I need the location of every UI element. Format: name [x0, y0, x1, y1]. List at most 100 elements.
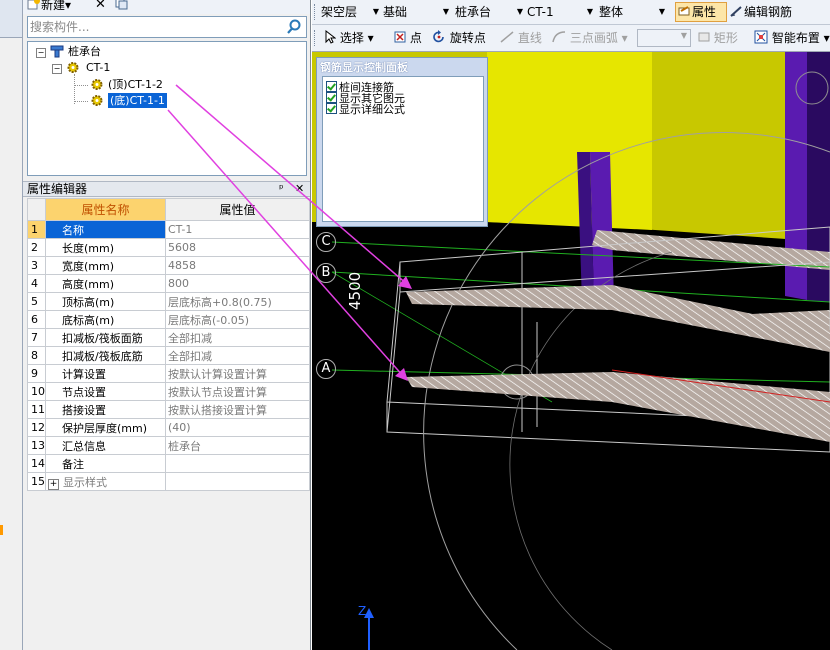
rectangle-button[interactable]: 矩形	[698, 29, 738, 47]
arc-button[interactable]: 三点画弧 ▾	[552, 29, 628, 47]
property-row[interactable]: 1 名称 CT-1	[27, 220, 310, 239]
row-number: 13	[27, 436, 46, 455]
property-row[interactable]: 3 宽度(mm) 4858	[27, 256, 310, 275]
property-value[interactable]: 层底标高+0.8(0.75)	[165, 292, 310, 311]
yellow-wall-front	[487, 52, 652, 230]
left-dock-strip-header	[0, 0, 22, 38]
property-value[interactable]: 按默认计算设置计算	[165, 364, 310, 383]
edit-rebar-button[interactable]: 编辑钢筋	[729, 2, 830, 22]
option-show-formula[interactable]: 显示详细公式	[326, 103, 405, 116]
select-button[interactable]: 选择 ▾	[324, 29, 374, 47]
tree-node-ct1[interactable]: CT-1	[86, 60, 110, 75]
row-number: 1	[27, 220, 46, 239]
properties-button[interactable]: 属性	[675, 2, 727, 22]
floor-select[interactable]: 架空层 ▼	[320, 2, 382, 22]
new-button[interactable]: 新建▾	[27, 0, 71, 12]
property-value[interactable]: 全部扣减	[165, 346, 310, 365]
property-value[interactable]: 800	[165, 274, 310, 293]
row-number: 15	[27, 472, 46, 491]
arc-icon	[552, 31, 566, 43]
property-row[interactable]: 2 长度(mm) 5608	[27, 238, 310, 257]
pin-icon[interactable]: ᵖ	[279, 182, 284, 196]
checkbox-checked-icon[interactable]	[326, 81, 337, 92]
tree-connector	[74, 74, 76, 104]
property-row[interactable]: 8 扣减板/筏板底筋 全部扣减	[27, 346, 310, 365]
tree-node-top[interactable]: (顶)CT-1-2	[108, 77, 163, 92]
property-row[interactable]: 14 备注	[27, 454, 310, 473]
edit-rebar-button-label: 编辑钢筋	[744, 5, 793, 19]
arc-option-select[interactable]: ▼	[637, 29, 691, 47]
property-row[interactable]: 4 高度(mm) 800	[27, 274, 310, 293]
line-button[interactable]: 直线	[500, 29, 542, 47]
component-toolbar: 新建▾ ✕	[23, 0, 310, 14]
property-value[interactable]: 按默认节点设置计算	[165, 382, 310, 401]
checkbox-checked-icon[interactable]	[326, 103, 337, 114]
property-value[interactable]	[165, 472, 310, 491]
search-input[interactable]	[30, 19, 280, 35]
tree-node-bottom-selected[interactable]: (底)CT-1-1	[108, 93, 167, 108]
grid-axis-a[interactable]: A	[316, 359, 336, 379]
scope-select-value: 整体	[599, 5, 624, 19]
property-value[interactable]	[165, 454, 310, 473]
checkbox-checked-icon[interactable]	[326, 92, 337, 103]
line-icon	[500, 31, 514, 43]
property-value[interactable]: (40)	[165, 418, 310, 437]
control-panel-header: 钢筋显示控制面板	[317, 58, 487, 74]
property-row[interactable]: 7 扣减板/筏板面筋 全部扣减	[27, 328, 310, 347]
property-row[interactable]: 13 汇总信息 桩承台	[27, 436, 310, 455]
tree-collapse-root-icon[interactable]: −	[36, 48, 46, 58]
property-row[interactable]: 9 计算设置 按默认计算设置计算	[27, 364, 310, 383]
grid-axis-b[interactable]: B	[316, 263, 336, 283]
new-button-label: 新建	[41, 0, 66, 12]
property-row[interactable]: 10 节点设置 按默认节点设置计算	[27, 382, 310, 401]
property-name: 扣减板/筏板底筋	[45, 346, 166, 365]
row-number: 9	[27, 364, 46, 383]
tree-collapse-child-icon[interactable]: −	[52, 64, 62, 74]
property-name: 顶标高(m)	[45, 292, 166, 311]
property-editor-title: 属性编辑器	[27, 182, 88, 196]
point-button[interactable]: 点	[394, 29, 422, 47]
row-number: 3	[27, 256, 46, 275]
row-number: 8	[27, 346, 46, 365]
property-row[interactable]: 5 顶标高(m) 层底标高+0.8(0.75)	[27, 292, 310, 311]
property-row[interactable]: 11 搭接设置 按默认搭接设置计算	[27, 400, 310, 419]
left-dock-marker	[0, 525, 3, 535]
property-row[interactable]: 15 + 显示样式	[27, 472, 310, 491]
rectangle-icon	[698, 32, 710, 42]
row-number: 4	[27, 274, 46, 293]
property-value[interactable]: 全部扣减	[165, 328, 310, 347]
property-table: 属性名称 属性值 1 名称 CT-1 2 长度(mm) 5608 3 宽度(mm) 4858 4 高…	[27, 198, 310, 491]
expand-icon[interactable]: +	[48, 478, 59, 490]
property-row[interactable]: 6 底标高(m) 层底标高(-0.05)	[27, 310, 310, 329]
edit-rebar-icon	[730, 6, 742, 17]
smart-layout-icon	[754, 30, 768, 44]
type-select[interactable]: 桩承台 ▼	[454, 2, 526, 22]
3d-viewport[interactable]: C B A 4500 Z 钢筋显示控制面板 桩间连接筋 显示其它图元 显示详细公…	[312, 52, 830, 650]
property-name: 节点设置	[45, 382, 166, 401]
new-icon	[27, 0, 40, 10]
rotate-point-button[interactable]: 旋转点	[432, 29, 486, 47]
close-icon[interactable]: ✕	[295, 182, 304, 196]
property-table-header: 属性名称 属性值	[27, 198, 310, 221]
category-select-value: 基础	[383, 5, 408, 19]
copy-icon[interactable]	[115, 0, 129, 12]
property-value[interactable]: 层底标高(-0.05)	[165, 310, 310, 329]
grid-axis-c[interactable]: C	[316, 232, 336, 252]
tree-node-root[interactable]: 桩承台	[68, 44, 101, 59]
category-select[interactable]: 基础 ▼	[382, 2, 452, 22]
element-select[interactable]: CT-1 ▼	[526, 2, 596, 22]
row-number: 14	[27, 454, 46, 473]
delete-icon[interactable]: ✕	[95, 0, 106, 12]
smart-layout-button[interactable]: 智能布置 ▾	[754, 29, 830, 47]
property-name: 宽度(mm)	[45, 256, 166, 275]
property-row[interactable]: 12 保护层厚度(mm) (40)	[27, 418, 310, 437]
tree-connector	[74, 85, 88, 86]
property-value[interactable]: 桩承台	[165, 436, 310, 455]
rotate-icon	[433, 30, 444, 43]
search-icon[interactable]	[286, 19, 304, 35]
scope-select[interactable]: 整体 ▼	[598, 2, 668, 22]
property-value[interactable]: 按默认搭接设置计算	[165, 400, 310, 419]
property-value[interactable]: CT-1	[165, 220, 310, 239]
property-value[interactable]: 4858	[165, 256, 310, 275]
property-value[interactable]: 5608	[165, 238, 310, 257]
